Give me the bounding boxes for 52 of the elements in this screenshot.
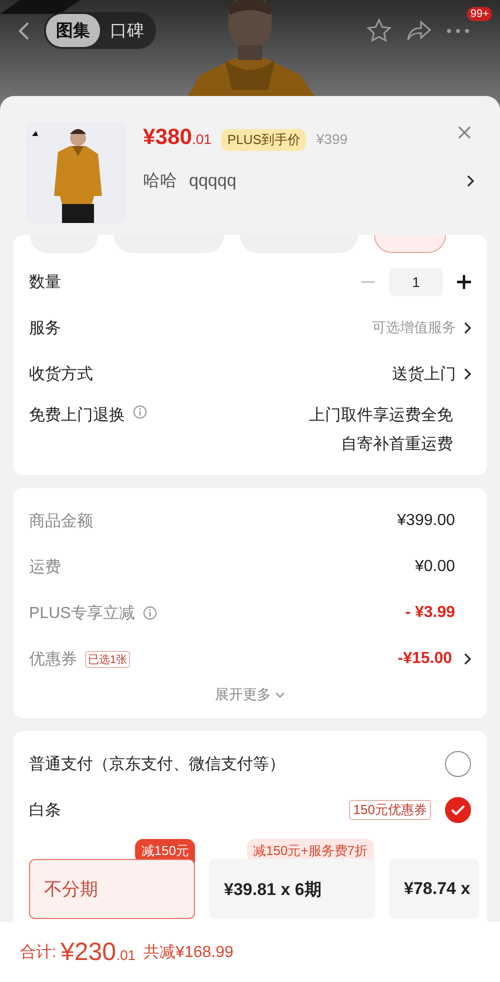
- amount-value: ¥0.00: [414, 558, 456, 576]
- gallery-tab[interactable]: 口碑: [100, 14, 154, 47]
- option-value: 送货上门: [392, 364, 456, 384]
- chevron-icon: [464, 653, 471, 665]
- back-icon[interactable]: [18, 20, 30, 40]
- original-price: ¥399: [316, 131, 348, 147]
- more-icon[interactable]: [446, 28, 470, 34]
- spec-chip[interactable]: [374, 235, 446, 253]
- amount-label: 运费: [29, 558, 61, 578]
- field-label: 免费上门退换: [29, 406, 125, 426]
- chevron-icon: [464, 368, 471, 380]
- chevron-icon: [464, 322, 471, 334]
- coupon-badge: 150元优惠券: [349, 800, 431, 820]
- spec-label: 哈哈: [143, 170, 177, 192]
- close-icon[interactable]: [458, 126, 471, 139]
- total-label: 合计:: [20, 942, 56, 962]
- field-label: 数量: [29, 272, 61, 292]
- installment-option[interactable]: ¥78.74 x: [389, 859, 479, 919]
- quantity-field[interactable]: 1: [389, 268, 443, 296]
- amount-value: -¥15.00: [398, 650, 453, 668]
- expand-button[interactable]: 展开更多: [215, 686, 285, 704]
- installment-option[interactable]: ¥39.81 x 6期: [209, 859, 375, 919]
- return-note: 上门取件享运费全免: [309, 406, 453, 426]
- return-note: 自寄补首重运费: [341, 434, 453, 455]
- plus-icon[interactable]: [457, 275, 471, 289]
- star-icon[interactable]: [366, 18, 392, 44]
- info-icon: [142, 606, 157, 620]
- check-icon: [451, 805, 465, 815]
- option-value: 可选增值服务: [372, 319, 456, 337]
- radio-button[interactable]: [445, 751, 471, 777]
- field-label: 服务: [29, 318, 61, 338]
- amount-label: 优惠券: [29, 650, 77, 670]
- payment-method: 白条: [29, 800, 61, 820]
- payment-method: 普通支付（京东支付、微信支付等）: [29, 754, 285, 774]
- coupon-badge: 已选1张: [85, 650, 130, 668]
- sale-price: ¥380.01: [143, 124, 212, 150]
- info-icon: [133, 405, 147, 419]
- chevron-down-icon: [275, 692, 285, 698]
- amount-value: - ¥3.99: [405, 604, 456, 622]
- radio-button[interactable]: [445, 797, 471, 823]
- total-price: ¥230.01: [60, 938, 136, 966]
- amount-value: ¥399.00: [397, 512, 456, 530]
- share-icon[interactable]: [406, 20, 432, 42]
- amount-label: PLUS专享立减: [29, 604, 135, 624]
- amount-label: 商品金额: [29, 512, 93, 532]
- chevron-icon: [467, 174, 474, 186]
- installment-option[interactable]: 不分期: [29, 859, 195, 919]
- field-label: 收货方式: [29, 364, 93, 384]
- variant-label: qqqqq: [189, 170, 236, 190]
- gallery-tab[interactable]: 图集: [46, 14, 100, 47]
- price-tag: PLUS到手价: [221, 129, 306, 151]
- savings-text: 共减¥168.99: [144, 942, 234, 962]
